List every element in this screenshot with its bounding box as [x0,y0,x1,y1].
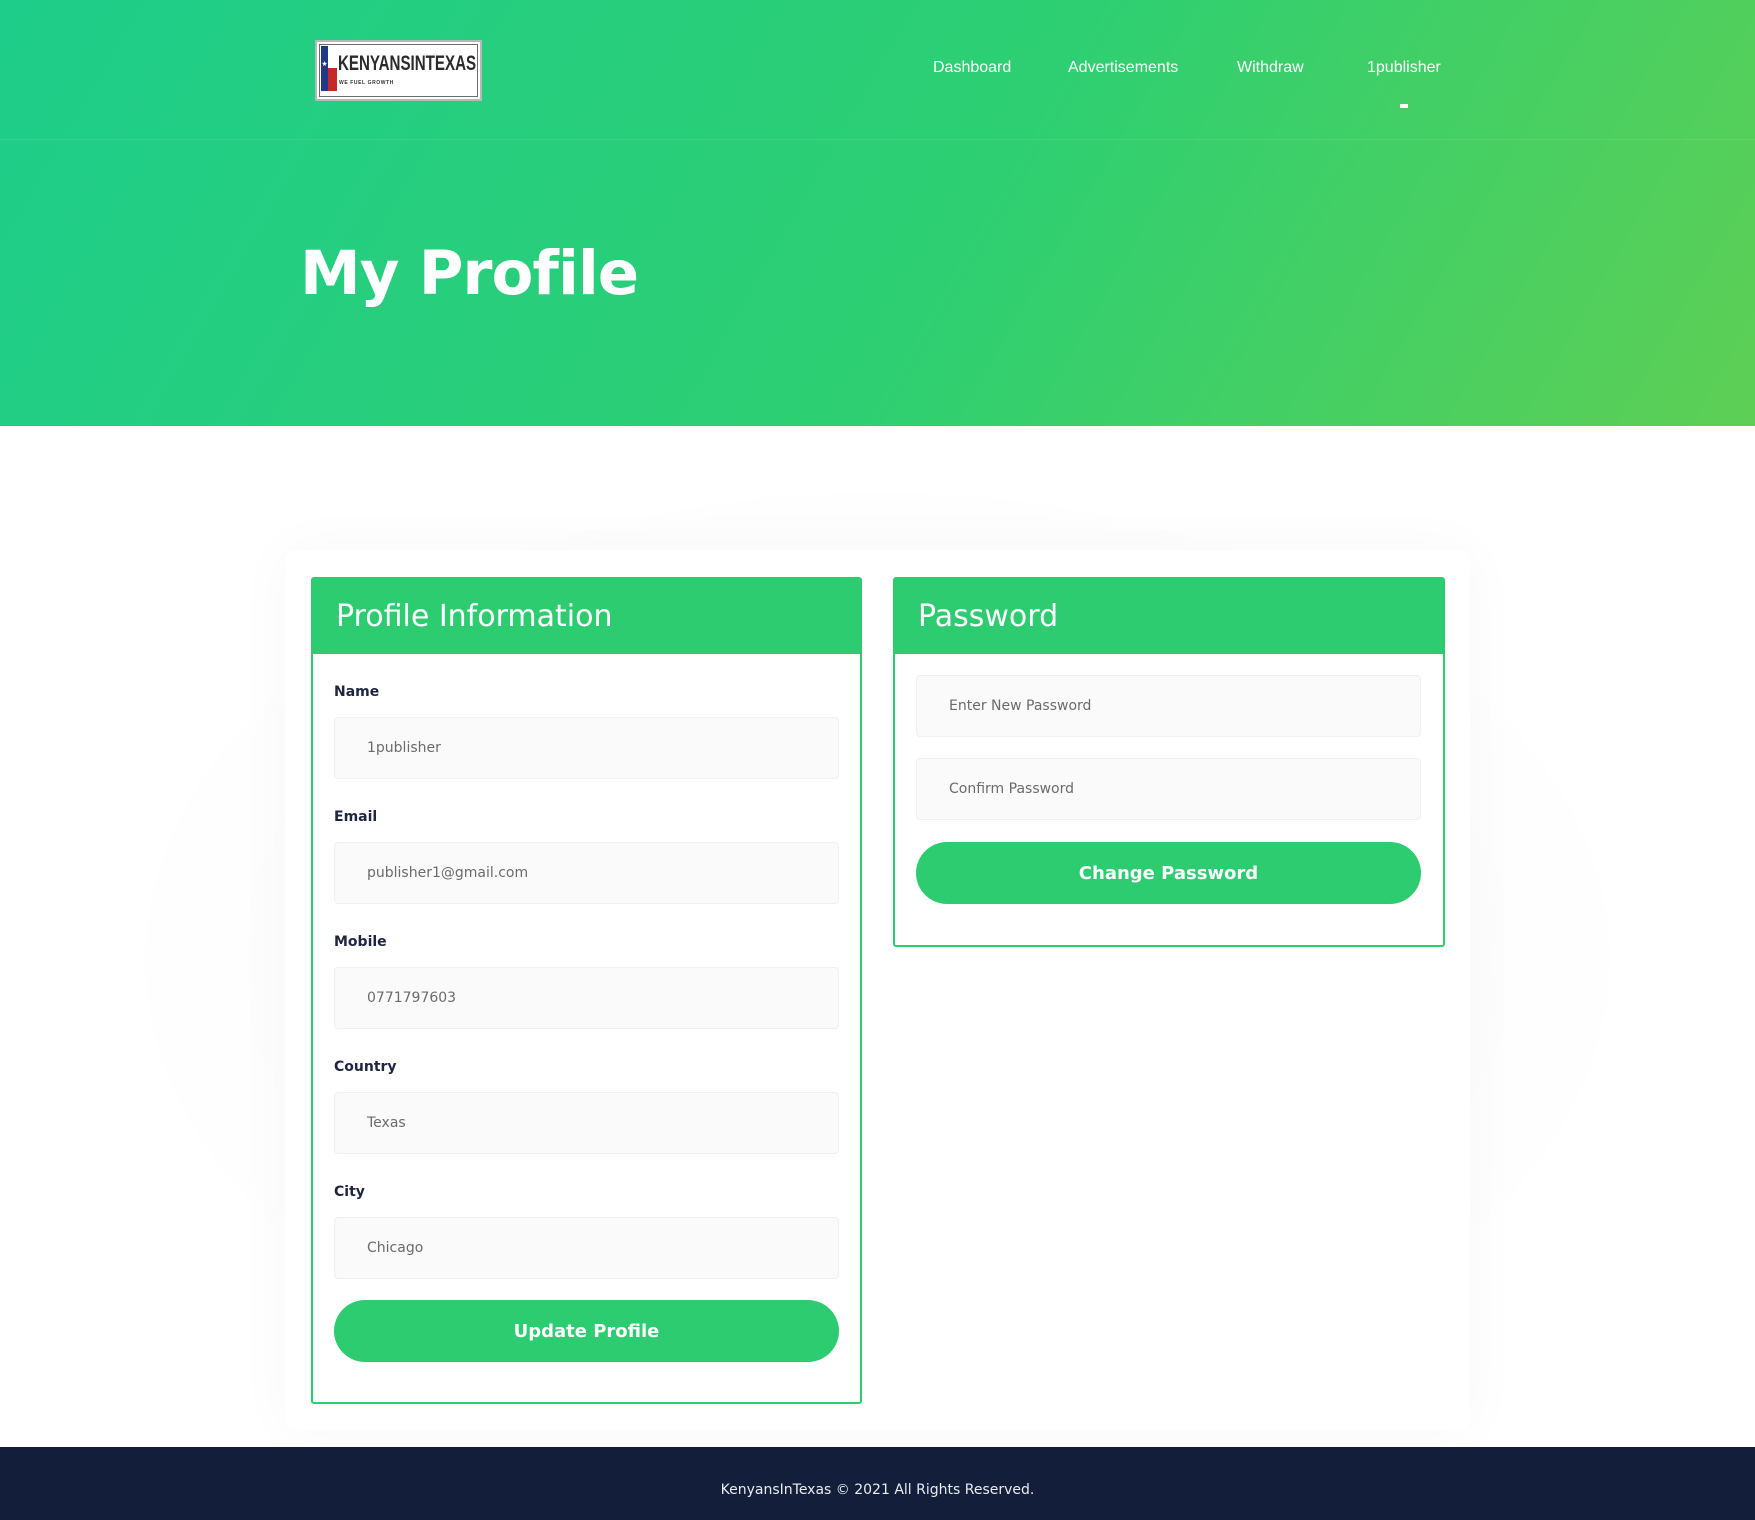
country-field[interactable] [334,1092,839,1154]
password-panel: Password Change Password [893,577,1445,947]
mobile-field[interactable] [334,967,839,1029]
page-title: My Profile [300,238,639,309]
nav-advertisements[interactable]: Advertisements [1068,59,1178,77]
change-password-button[interactable]: Change Password [916,842,1421,904]
name-field[interactable] [334,717,839,779]
country-label: Country [334,1059,397,1075]
profile-panel: Profile Information Name Email Mobile Co… [311,577,862,1404]
footer-copyright: KenyansInTexas © 2021 All Rights Reserve… [720,1482,1035,1498]
nav-withdraw[interactable]: Withdraw [1237,59,1304,77]
top-navbar: ★ KENYANSINTEXAS WE FUEL GROWTH Dashboar… [0,0,1755,140]
texas-flag-icon: ★ [321,46,337,91]
nav-user-menu[interactable]: 1publisher [1367,59,1441,77]
email-field[interactable] [334,842,839,904]
city-label: City [334,1184,365,1200]
profile-panel-header: Profile Information [313,579,860,654]
logo-text: KENYANSINTEXAS [338,52,477,75]
footer: KenyansInTexas © 2021 All Rights Reserve… [0,1447,1755,1520]
active-nav-indicator [1400,104,1408,108]
hero-banner: ★ KENYANSINTEXAS WE FUEL GROWTH Dashboar… [0,0,1755,426]
mobile-label: Mobile [334,934,387,950]
update-profile-button[interactable]: Update Profile [334,1300,839,1362]
name-label: Name [334,684,380,700]
city-field[interactable] [334,1217,839,1279]
logo-tagline: WE FUEL GROWTH [339,80,394,86]
brand-logo[interactable]: ★ KENYANSINTEXAS WE FUEL GROWTH [315,40,482,101]
confirm-password-field[interactable] [916,758,1421,820]
new-password-field[interactable] [916,675,1421,737]
email-label: Email [334,809,378,825]
password-panel-title: Password [918,599,1059,634]
nav-dashboard[interactable]: Dashboard [933,59,1011,77]
password-panel-header: Password [895,579,1443,654]
profile-panel-title: Profile Information [336,599,613,634]
